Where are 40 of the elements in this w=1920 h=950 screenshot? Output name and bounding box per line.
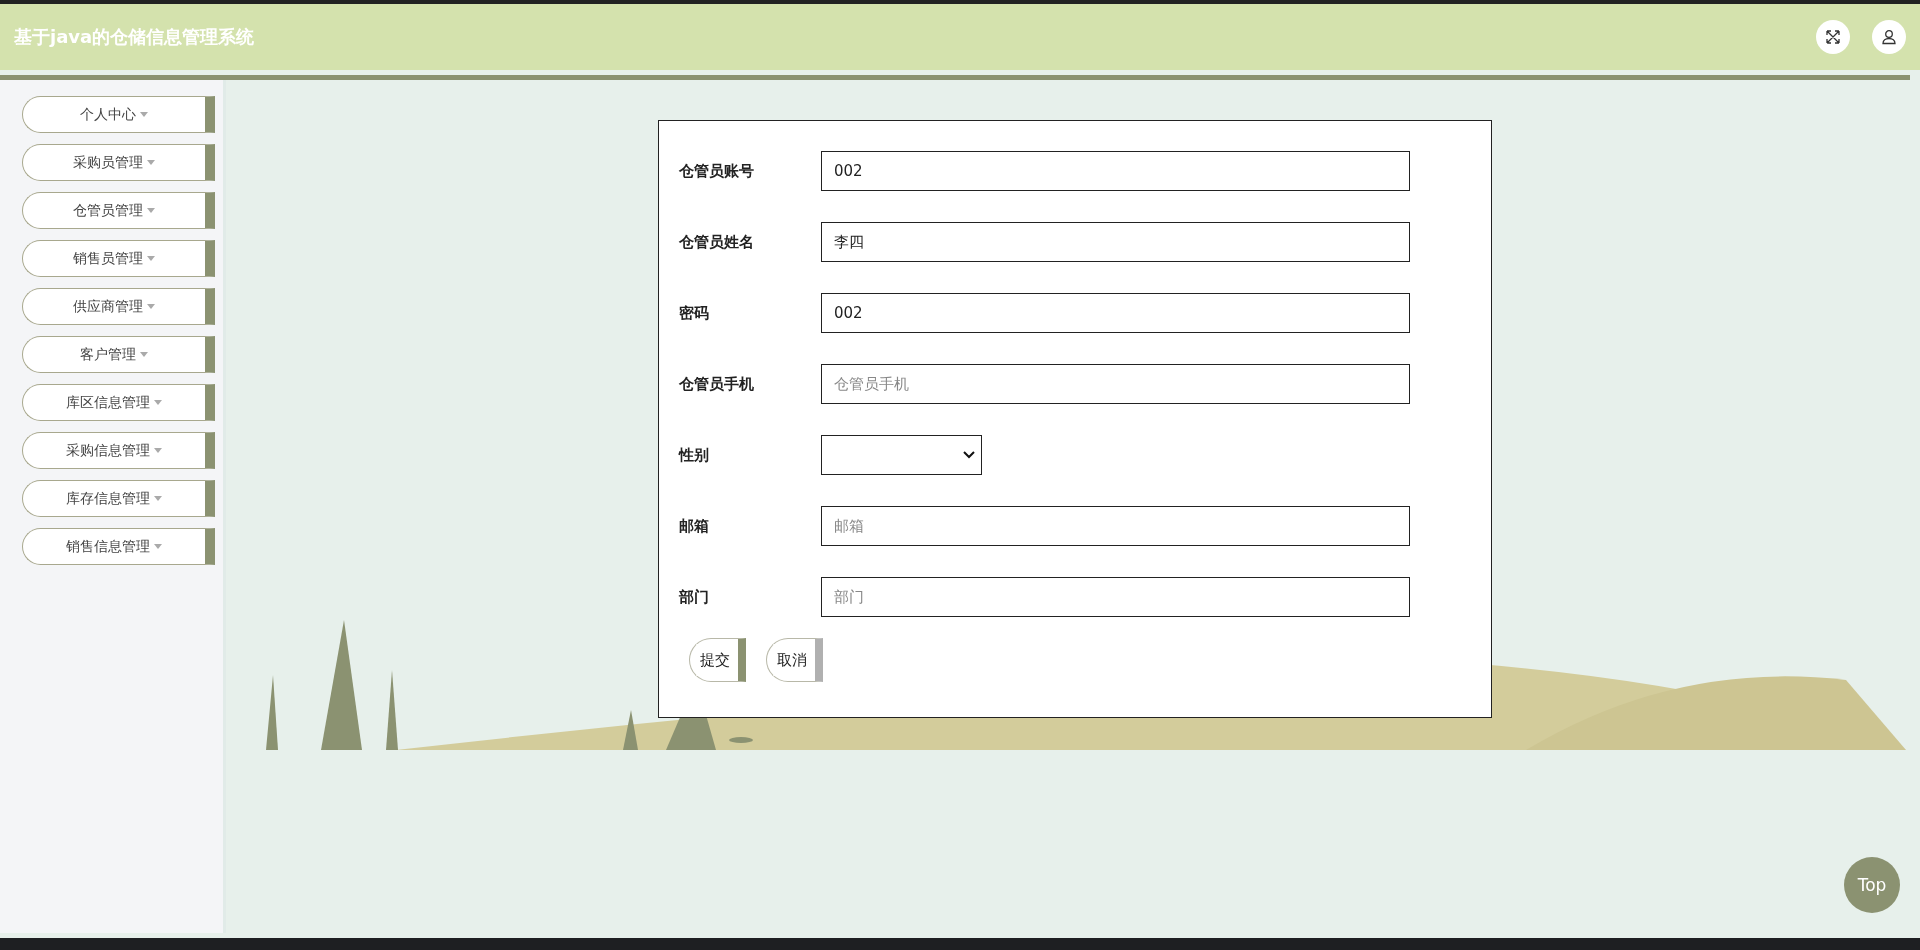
submit-button[interactable]: 提交 xyxy=(689,638,746,682)
app-title: 基于java的仓储信息管理系统 xyxy=(14,25,255,49)
caret-icon xyxy=(140,352,148,357)
sidebar-item[interactable]: 销售信息管理 xyxy=(22,528,215,565)
field-label: 仓管员姓名 xyxy=(679,232,755,252)
caret-icon xyxy=(147,256,155,261)
sidebar-item[interactable]: 供应商管理 xyxy=(22,288,215,325)
input-field[interactable]: 邮箱 xyxy=(821,506,1410,546)
field-label: 性别 xyxy=(679,445,710,465)
sidebar-item[interactable]: 仓管员管理 xyxy=(22,192,215,229)
sidebar-item[interactable]: 库存信息管理 xyxy=(22,480,215,517)
caret-icon xyxy=(147,160,155,165)
caret-icon xyxy=(154,496,162,501)
field-label: 邮箱 xyxy=(679,516,710,536)
field-label: 密码 xyxy=(679,303,710,323)
sidebar-item[interactable]: 采购员管理 xyxy=(22,144,215,181)
sidebar-item[interactable]: 个人中心 xyxy=(22,96,215,133)
caret-icon xyxy=(147,208,155,213)
sidebar-item[interactable]: 销售员管理 xyxy=(22,240,215,277)
caret-icon xyxy=(140,112,148,117)
input-field[interactable]: 李四 xyxy=(821,222,1410,262)
input-field[interactable]: 002 xyxy=(821,151,1410,191)
select-field[interactable] xyxy=(821,435,982,475)
sidebar-item[interactable]: 库区信息管理 xyxy=(22,384,215,421)
input-field[interactable]: 仓管员手机 xyxy=(821,364,1410,404)
caret-icon xyxy=(154,448,162,453)
input-field[interactable]: 002 xyxy=(821,293,1410,333)
cancel-button[interactable]: 取消 xyxy=(766,638,823,682)
field-label: 仓管员手机 xyxy=(679,374,755,394)
chevron-icon xyxy=(963,451,975,459)
caret-icon xyxy=(147,304,155,309)
fullscreen-icon[interactable] xyxy=(1816,20,1850,54)
input-field[interactable]: 部门 xyxy=(821,577,1410,617)
caret-icon xyxy=(154,544,162,549)
sidebar-item[interactable]: 客户管理 xyxy=(22,336,215,373)
user-icon[interactable] xyxy=(1872,20,1906,54)
sidebar-item[interactable]: 采购信息管理 xyxy=(22,432,215,469)
field-label: 仓管员账号 xyxy=(679,161,755,181)
caret-icon xyxy=(154,400,162,405)
field-label: 部门 xyxy=(679,587,710,607)
